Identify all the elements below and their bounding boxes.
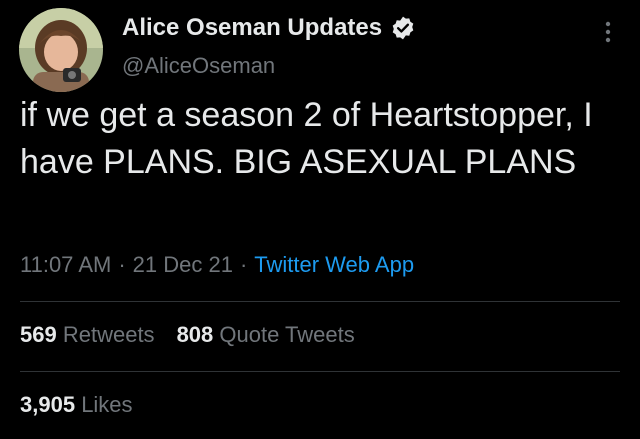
meta-separator: · (118, 252, 126, 277)
tweet-date[interactable]: 21 Dec 21 (133, 252, 233, 277)
avatar[interactable] (19, 8, 103, 92)
divider (20, 301, 620, 302)
retweets-stat[interactable]: 569 Retweets (20, 322, 155, 348)
likes-count: 3,905 (20, 392, 76, 417)
tweet-source-link[interactable]: Twitter Web App (254, 252, 414, 277)
more-options-icon[interactable] (598, 18, 618, 46)
quote-tweets-count: 808 (176, 322, 214, 347)
engagement-stats: 569 Retweets 808 Quote Tweets (20, 322, 377, 348)
retweets-count: 569 (20, 322, 57, 347)
display-name-text: Alice Oseman Updates (122, 14, 383, 41)
display-name[interactable]: Alice Oseman Updates (122, 14, 416, 42)
likes-stat[interactable]: 3,905 Likes (20, 392, 133, 418)
meta-separator: · (239, 252, 248, 277)
verified-badge-icon (390, 15, 416, 41)
retweets-label: Retweets (62, 322, 155, 347)
author-handle[interactable]: @AliceOseman (122, 53, 275, 79)
tweet-text: if we get a season 2 of Heartstopper, I … (20, 96, 593, 181)
tweet-meta: 11:07 AM · 21 Dec 21 · Twitter Web App (20, 252, 414, 278)
likes-label: Likes (81, 392, 133, 417)
quote-tweets-label: Quote Tweets (219, 322, 355, 347)
quote-tweets-stat[interactable]: 808 Quote Tweets (177, 322, 355, 348)
divider (20, 371, 620, 372)
tweet-time[interactable]: 11:07 AM (20, 252, 111, 277)
